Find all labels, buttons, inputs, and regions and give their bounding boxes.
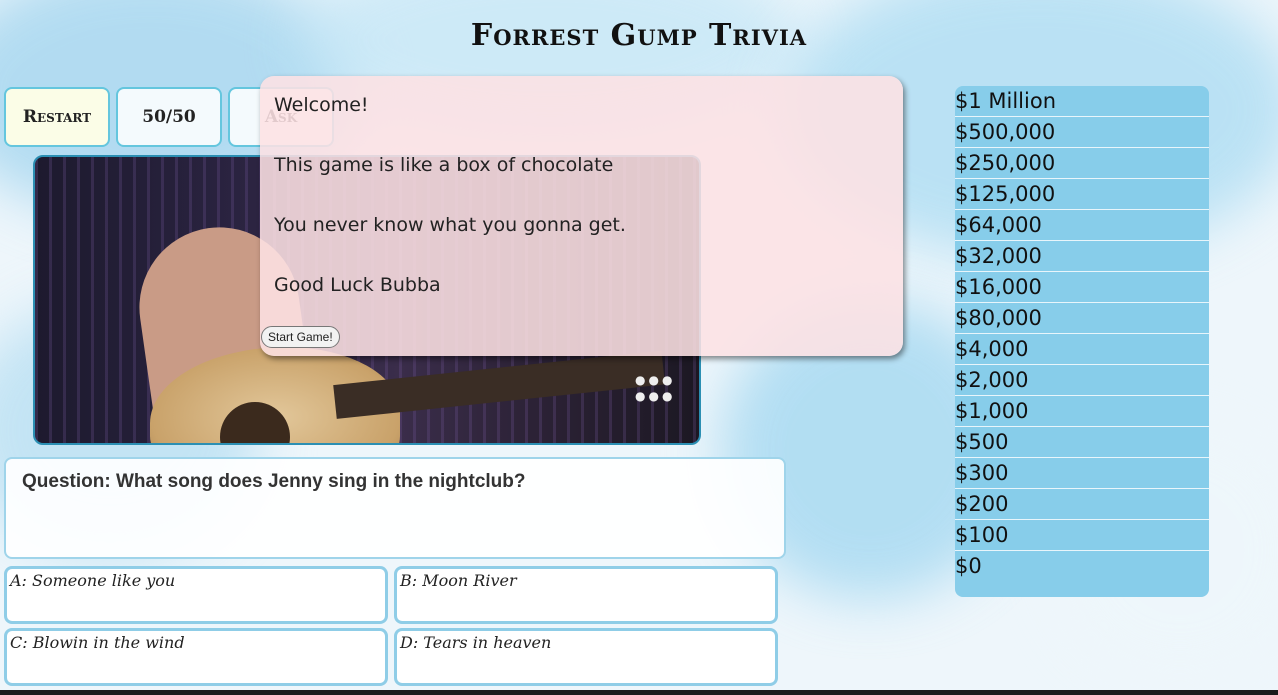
prize-level: $300 — [955, 458, 1209, 489]
prize-level: $64,000 — [955, 210, 1209, 241]
prize-level: $32,000 — [955, 241, 1209, 272]
prize-level: $500 — [955, 427, 1209, 458]
answer-b-button[interactable]: B: Moon River — [394, 566, 778, 624]
prize-level: $2,000 — [955, 365, 1209, 396]
fifty-fifty-button[interactable]: 50/50 — [116, 87, 222, 147]
question-text: Question: What song does Jenny sing in t… — [22, 471, 526, 492]
answer-c-button[interactable]: C: Blowin in the wind — [4, 628, 388, 686]
modal-line-good-luck: Good Luck Bubba — [274, 274, 441, 296]
page-title: Forrest Gump Trivia — [470, 18, 808, 53]
answer-a-button[interactable]: A: Someone like you — [4, 566, 388, 624]
prize-level: $250,000 — [955, 148, 1209, 179]
restart-button[interactable]: Restart — [4, 87, 110, 147]
modal-welcome-text: Welcome! — [274, 94, 369, 116]
answer-d-label: D: Tears in heaven — [400, 633, 552, 652]
prize-level: $100 — [955, 520, 1209, 551]
prize-level: $4,000 — [955, 334, 1209, 365]
answer-b-label: B: Moon River — [400, 571, 517, 590]
welcome-modal: Welcome! This game is like a box of choc… — [260, 76, 903, 356]
prize-level: $1 Million — [955, 86, 1209, 117]
start-game-button[interactable]: Start Game! — [261, 326, 340, 348]
prize-level: $125,000 — [955, 179, 1209, 210]
prize-ladder: $1 Million $500,000 $250,000 $125,000 $6… — [955, 86, 1209, 597]
prize-level: $16,000 — [955, 272, 1209, 303]
modal-line-chocolate: This game is like a box of chocolate — [274, 154, 614, 176]
prize-level: $1,000 — [955, 396, 1209, 427]
prize-level: $0 — [955, 554, 982, 578]
answer-a-label: A: Someone like you — [10, 571, 176, 590]
prize-level: $80,000 — [955, 303, 1209, 334]
prize-level: $200 — [955, 489, 1209, 520]
question-box: Question: What song does Jenny sing in t… — [4, 457, 786, 559]
modal-line-never-know: You never know what you gonna get. — [274, 214, 626, 236]
prize-level: $500,000 — [955, 117, 1209, 148]
answer-d-button[interactable]: D: Tears in heaven — [394, 628, 778, 686]
bottom-edge-bar — [0, 690, 1278, 695]
answer-c-label: C: Blowin in the wind — [10, 633, 185, 652]
